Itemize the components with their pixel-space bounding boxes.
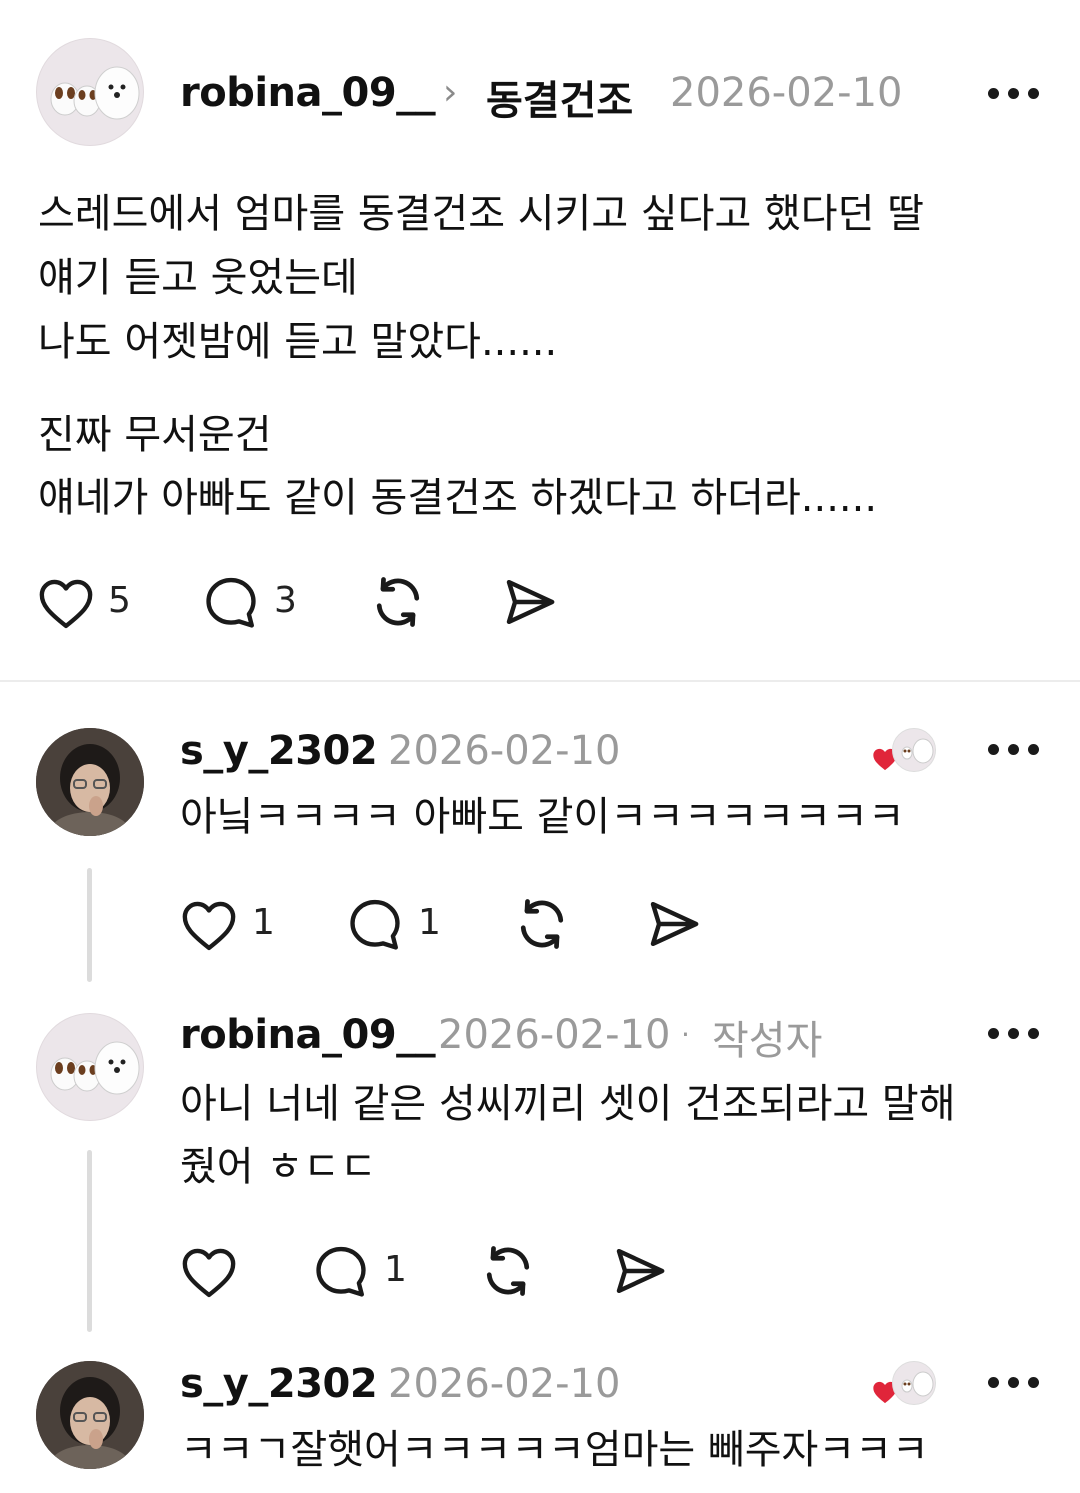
comment-count: 3: [274, 580, 297, 621]
post-text-line: 스레드에서 엄마를 동결건조 시키고 싶다고 했다던 딸: [38, 191, 924, 237]
like-count: 1: [252, 902, 275, 943]
more-dots-icon[interactable]: [988, 1377, 1040, 1391]
reply-text-line: 아닠ㅋㅋㅋㅋ 아빠도 같이ㅋㅋㅋㅋㅋㅋㅋㅋ: [180, 794, 905, 840]
post-author-avatar[interactable]: [36, 38, 144, 146]
reply-date: 2026-02-10: [438, 1012, 671, 1058]
reply-username[interactable]: robina_09__: [180, 1012, 436, 1058]
post-divider: [0, 680, 1080, 682]
liked-by-author-avatar: [892, 1361, 936, 1405]
liked-by-author-avatar: [892, 728, 936, 772]
post-text-line: 얘기 듣고 웃었는데: [38, 255, 358, 301]
comment-bubble-icon[interactable]: [312, 1243, 370, 1301]
comment-count: 1: [418, 902, 441, 943]
reply-date: 2026-02-10: [388, 728, 621, 774]
comment-count: 1: [384, 1249, 407, 1290]
post-date: 2026-02-10: [670, 70, 903, 116]
post-text-line: 얘네가 아빠도 같이 동결건조 하겠다고 하더라......: [38, 475, 878, 521]
author-badge: 작성자: [712, 1018, 823, 1064]
repost-icon[interactable]: [368, 572, 428, 632]
like-count: 5: [108, 580, 131, 621]
repost-icon[interactable]: [512, 894, 572, 954]
heart-icon[interactable]: [37, 576, 95, 630]
reply-author-avatar[interactable]: [36, 1013, 144, 1121]
send-icon[interactable]: [646, 896, 702, 952]
dog-slippers-image: [50, 66, 140, 120]
more-dots-icon[interactable]: [988, 88, 1040, 102]
reply-text-line: 줬어 ㅎㄷㄷ: [180, 1144, 377, 1190]
repost-icon[interactable]: [478, 1241, 538, 1301]
reply-text-line: 아니 너네 같은 성씨끼리 셋이 건조되라고 말해: [180, 1081, 956, 1127]
reply-author-avatar[interactable]: [36, 728, 144, 836]
send-icon[interactable]: [612, 1243, 668, 1299]
separator-dot: ·: [681, 1018, 690, 1051]
post-text-line: 나도 어젯밤에 듣고 말았다......: [38, 319, 558, 365]
profile-photo-image: [36, 728, 144, 836]
chevron-right-icon: ›: [443, 72, 458, 113]
more-dots-icon[interactable]: [988, 744, 1040, 758]
comment-bubble-icon[interactable]: [202, 574, 260, 632]
send-icon[interactable]: [502, 574, 558, 630]
reply-date: 2026-02-10: [388, 1361, 621, 1407]
reply-author-avatar[interactable]: [36, 1361, 144, 1469]
thread-connector-line: [87, 868, 92, 982]
more-dots-icon[interactable]: [988, 1028, 1040, 1042]
reply-username[interactable]: s_y_2302: [180, 728, 378, 774]
comment-bubble-icon[interactable]: [346, 896, 404, 954]
heart-icon[interactable]: [180, 1245, 238, 1299]
post-text-line: 진짜 무서운건: [38, 412, 272, 458]
post-username[interactable]: robina_09__: [180, 70, 436, 116]
thread-connector-line: [87, 1150, 92, 1332]
post-topic-tag[interactable]: 동결건조: [486, 68, 633, 126]
profile-photo-image: [36, 1361, 144, 1469]
reply-username[interactable]: s_y_2302: [180, 1361, 378, 1407]
dog-slippers-image: [50, 1041, 140, 1095]
reply-text-line: ㅋㅋㄱ잘햇어ㅋㅋㅋㅋㅋ엄마는 빼주자ㅋㅋㅋ: [180, 1427, 929, 1473]
heart-icon[interactable]: [180, 898, 238, 952]
